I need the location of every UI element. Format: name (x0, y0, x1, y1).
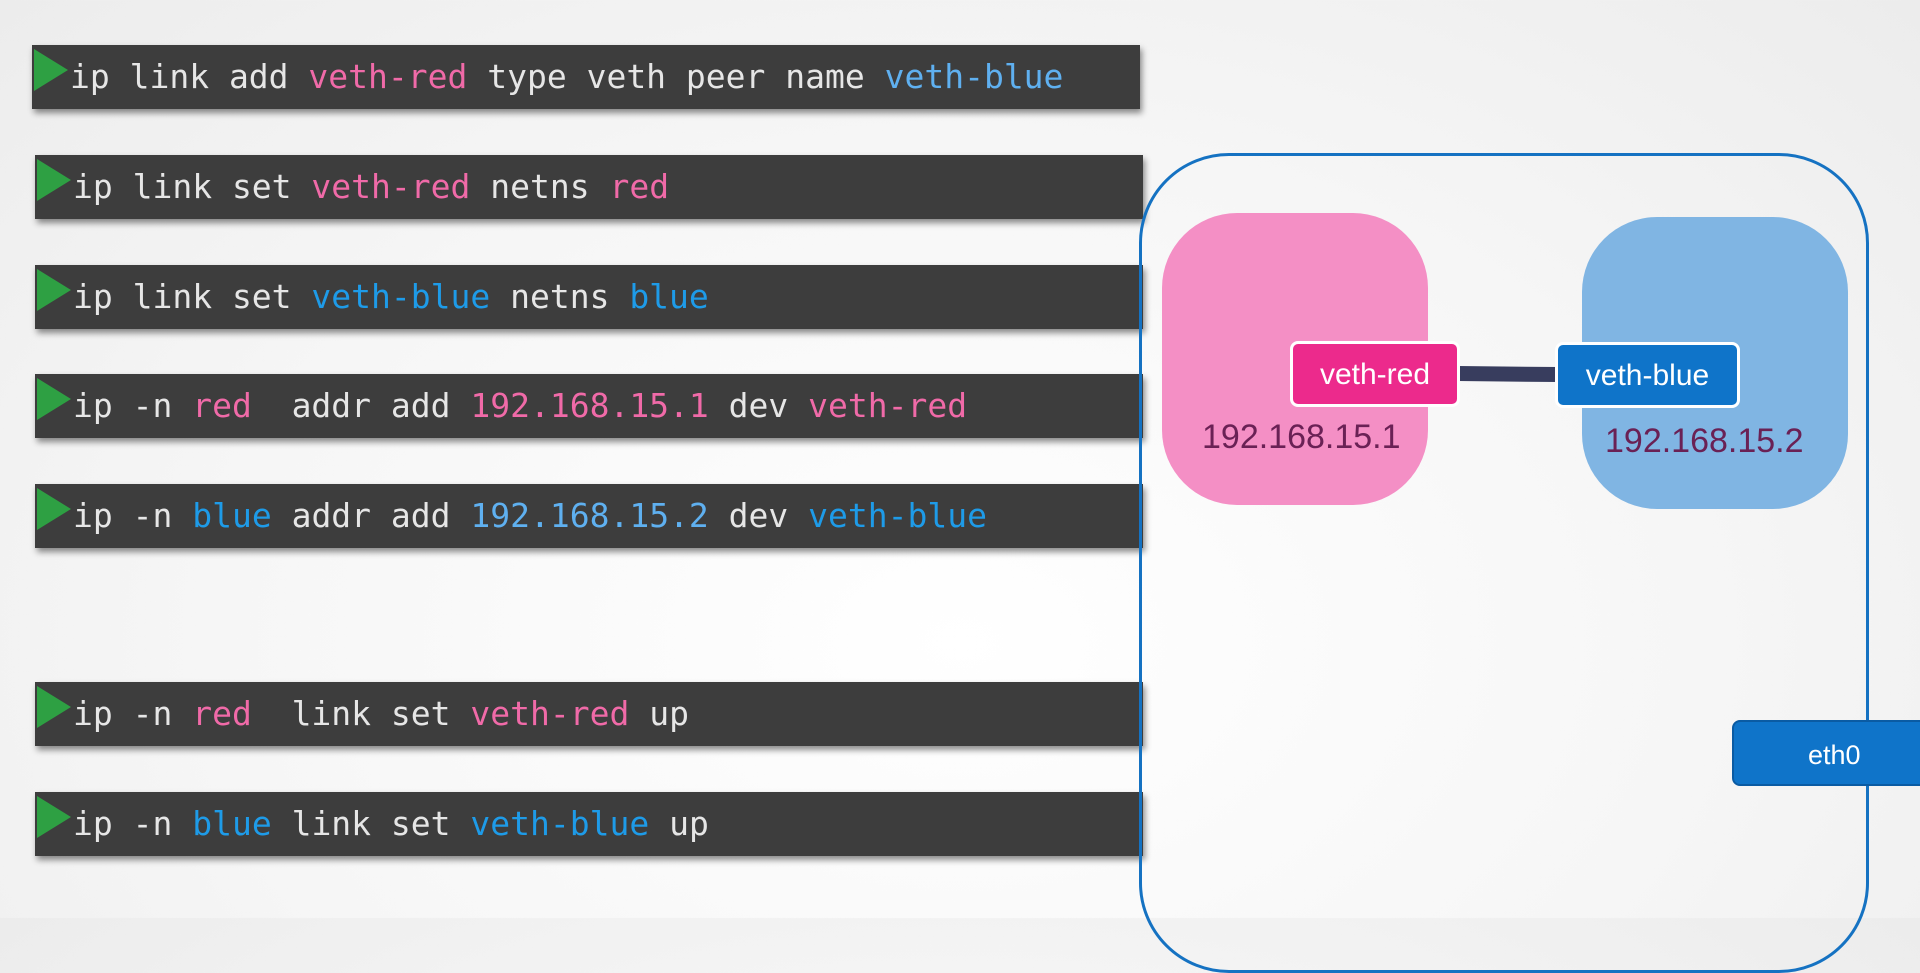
play-icon[interactable] (37, 269, 71, 311)
command-line-1: ip link add veth-red type veth peer name… (32, 45, 1140, 109)
play-icon[interactable] (37, 686, 71, 728)
command-token: veth-red (308, 57, 468, 96)
command-token: ip link set (73, 277, 312, 316)
command-token: veth-red (470, 694, 630, 733)
command-text: ip link set veth-red netns red (73, 155, 669, 219)
play-icon[interactable] (37, 159, 71, 201)
blue-ip-address: 192.168.15.2 (1605, 422, 1804, 460)
command-token: link set (271, 804, 471, 843)
command-token: ip -n (73, 386, 193, 425)
command-token: addr add (271, 496, 471, 535)
command-token: up (649, 804, 709, 843)
play-icon[interactable] (37, 378, 71, 420)
command-line-5: ip -n blue addr add 192.168.15.2 dev vet… (35, 484, 1143, 548)
command-token: veth-blue (470, 804, 650, 843)
command-token: blue (629, 277, 709, 316)
command-line-4: ip -n red addr add 192.168.15.1 dev veth… (35, 374, 1143, 438)
command-line-3: ip link set veth-blue netns blue (35, 265, 1143, 329)
command-token: 192.168.15.2 (470, 496, 709, 535)
command-token: red (192, 386, 252, 425)
command-token: addr add (251, 386, 471, 425)
command-token: up (629, 694, 689, 733)
command-token: link set (251, 694, 471, 733)
command-token: 192.168.15.1 (470, 386, 709, 425)
red-ip-address: 192.168.15.1 (1202, 418, 1401, 456)
command-token: ip -n (73, 804, 193, 843)
veth-pipe-link (1457, 366, 1559, 383)
command-token: netns (470, 167, 610, 206)
command-token: ip link set (73, 167, 312, 206)
command-token: ip -n (73, 496, 193, 535)
command-token: ip link add (70, 57, 309, 96)
command-token: veth-red (808, 386, 968, 425)
command-token: veth-red (311, 167, 471, 206)
command-text: ip -n blue addr add 192.168.15.2 dev vet… (73, 484, 987, 548)
command-token: blue (192, 496, 272, 535)
command-line-7: ip -n blue link set veth-blue up (35, 792, 1143, 856)
command-token: netns (490, 277, 630, 316)
command-token: veth-blue (311, 277, 491, 316)
command-line-6: ip -n red link set veth-red up (35, 682, 1143, 746)
play-icon[interactable] (37, 796, 71, 838)
command-text: ip link set veth-blue netns blue (73, 265, 709, 329)
command-text: ip link add veth-red type veth peer name… (70, 45, 1063, 109)
command-text: ip -n red addr add 192.168.15.1 dev veth… (73, 374, 967, 438)
command-token: dev (708, 386, 809, 425)
command-line-2: ip link set veth-red netns red (35, 155, 1143, 219)
command-token: dev (708, 496, 809, 535)
command-token: blue (192, 804, 272, 843)
command-text: ip -n blue link set veth-blue up (73, 792, 709, 856)
command-token: veth-blue (808, 496, 987, 535)
eth0-interface[interactable]: eth0 (1732, 720, 1920, 786)
command-token: red (609, 167, 670, 206)
veth-blue-interface[interactable]: veth-blue (1555, 342, 1740, 408)
play-icon[interactable] (34, 49, 68, 91)
command-token: red (192, 694, 252, 733)
veth-red-interface[interactable]: veth-red (1290, 341, 1460, 407)
command-token: type veth peer name (467, 57, 885, 96)
command-token: ip -n (73, 694, 193, 733)
command-text: ip -n red link set veth-red up (73, 682, 689, 746)
play-icon[interactable] (37, 488, 71, 530)
command-token: veth-blue (884, 57, 1064, 96)
